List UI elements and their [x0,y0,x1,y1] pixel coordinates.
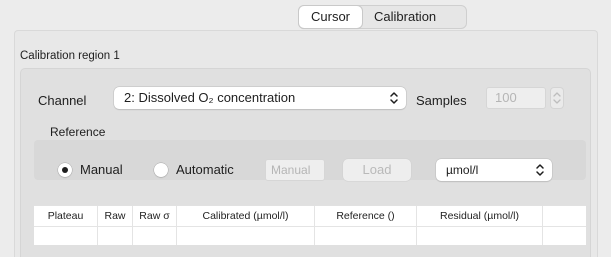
column-header-extra[interactable] [543,206,586,226]
samples-stepper[interactable] [550,87,564,109]
column-header-calibrated[interactable]: Calibrated (µmol/l) [177,206,315,226]
manual-radio[interactable] [58,163,72,177]
samples-label: Samples [416,93,467,108]
manual-reference-field[interactable]: Manual [265,159,325,181]
column-header-raw[interactable]: Raw [98,206,133,226]
column-header-raw-sigma[interactable]: Raw σ [133,206,177,226]
column-header-reference[interactable]: Reference () [315,206,417,226]
channel-popup[interactable]: 2: Dissolved O₂ concentration [114,87,406,109]
calibration-window: Cursor Calibration Calibration region 1 … [0,0,611,257]
manual-radio-label[interactable]: Manual [80,162,123,177]
tab-cursor[interactable]: Cursor [299,6,363,28]
automatic-radio-label[interactable]: Automatic [176,162,234,177]
stepper-arrows-icon [553,92,561,104]
column-header-residual[interactable]: Residual (µmol/l) [417,206,543,226]
table-header: Plateau Raw Raw σ Calibrated (µmol/l) Re… [34,206,586,227]
unit-value: µmol/l [446,163,479,177]
channel-label: Channel [38,93,87,108]
automatic-radio[interactable] [154,163,168,177]
samples-field[interactable]: 100 [486,87,546,109]
table-row[interactable] [34,227,586,245]
region-title: Calibration region 1 [20,50,120,62]
column-header-plateau[interactable]: Plateau [34,206,98,226]
load-button[interactable]: Load [343,159,411,181]
chevron-updown-icon [390,92,398,104]
unit-popup[interactable]: µmol/l [436,159,552,181]
tab-calibration[interactable]: Calibration [362,6,466,28]
channel-value: 2: Dissolved O₂ concentration [124,90,296,105]
reference-label: Reference [50,125,106,139]
chevron-updown-icon [536,164,544,176]
radio-selected-dot [62,167,68,173]
tab-bar: Cursor Calibration [298,5,468,29]
calibration-table[interactable]: Plateau Raw Raw σ Calibrated (µmol/l) Re… [34,205,586,245]
